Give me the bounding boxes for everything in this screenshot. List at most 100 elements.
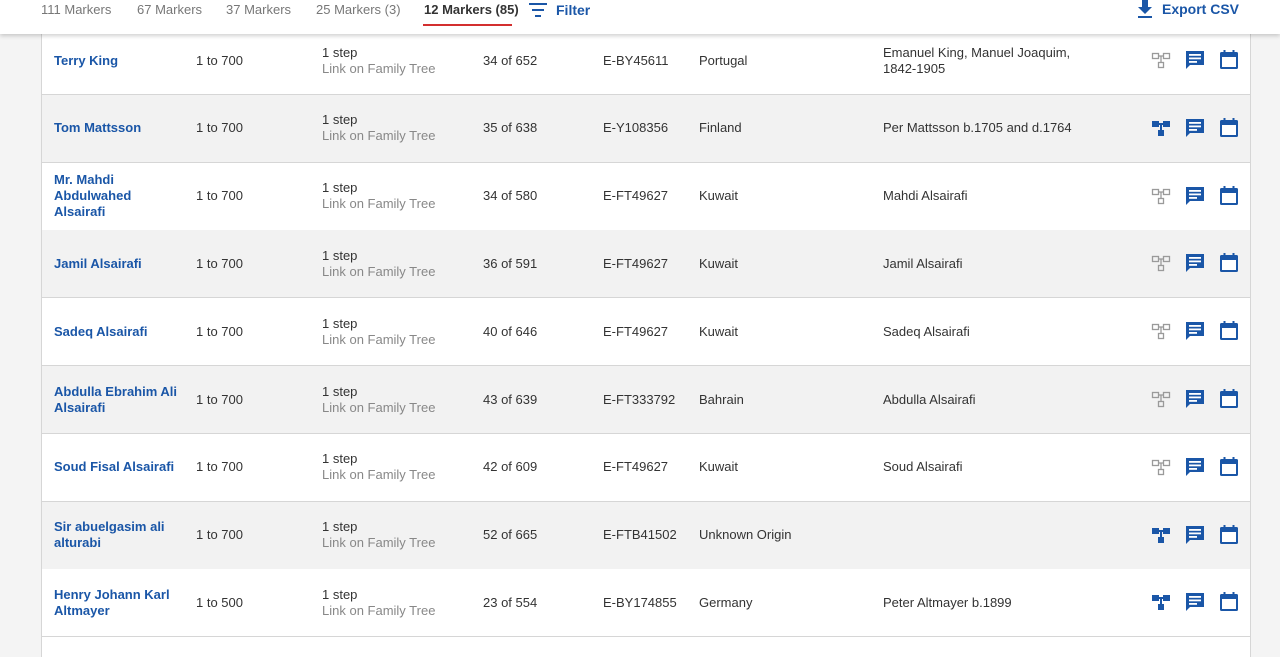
family-tree-link[interactable]: Link on Family Tree [322, 535, 435, 551]
family-tree-icon[interactable] [1150, 320, 1172, 342]
steps-value: 1 step [322, 112, 358, 128]
notes-icon[interactable] [1184, 252, 1206, 274]
table-row: Jamil Alsairafi 1 to 700 1 step Link on Fam… [42, 230, 1250, 299]
match-name-link[interactable]: Mr. Mahdi Abdulwahed Alsairafi [54, 163, 182, 230]
calendar-icon[interactable] [1218, 49, 1240, 71]
genetic-distance: 1 to 700 [196, 459, 243, 475]
export-csv-button[interactable]: Export CSV [1137, 0, 1239, 18]
earliest-ancestor: Mahdi Alsairafi [883, 188, 968, 204]
family-tree-icon[interactable] [1150, 185, 1172, 207]
earliest-ancestor: Peter Altmayer b.1899 [883, 594, 1012, 610]
match-name-link[interactable]: Henry Johann Karl Altmayer [54, 569, 182, 636]
family-tree-icon[interactable] [1150, 456, 1172, 478]
family-tree-icon[interactable] [1150, 388, 1172, 410]
calendar-icon[interactable] [1218, 320, 1240, 342]
calendar-icon[interactable] [1218, 524, 1240, 546]
notes-icon[interactable] [1184, 185, 1206, 207]
notes-icon[interactable] [1184, 591, 1206, 613]
haplogroup: E-FT49627 [603, 323, 669, 339]
tab-25-markers[interactable]: 25 Markers (3) [316, 2, 401, 24]
genetic-distance: 1 to 700 [196, 255, 243, 271]
markers-tested: 34 of 652 [483, 52, 538, 68]
genetic-distance: 1 to 700 [196, 391, 243, 407]
markers-tested: 36 of 591 [483, 255, 538, 271]
family-tree-link[interactable]: Link on Family Tree [322, 61, 435, 77]
family-tree-icon[interactable] [1150, 252, 1172, 274]
earliest-ancestor: Abdulla Alsairafi [883, 391, 976, 407]
notes-icon[interactable] [1184, 320, 1206, 342]
tab-67-markers[interactable]: 67 Markers [137, 2, 202, 24]
genetic-distance: 1 to 700 [196, 527, 243, 543]
row-actions [1150, 95, 1246, 162]
table-row: Mr. Mahdi Abdulwahed Alsairafi 1 to 700 1 … [42, 162, 1250, 231]
steps-value: 1 step [322, 519, 358, 535]
match-name-link[interactable]: Sadeq Alsairafi [54, 298, 182, 365]
family-tree-link[interactable]: Link on Family Tree [322, 467, 435, 483]
family-tree-icon[interactable] [1150, 591, 1172, 613]
row-actions [1150, 502, 1246, 569]
match-name-link[interactable]: Sir abuelgasim ali alturabi [54, 502, 182, 569]
tab-111-markers[interactable]: 111 Markers [41, 2, 111, 24]
match-name-link[interactable]: Tom Mattsson [54, 95, 182, 162]
tab-37-markers[interactable]: 37 Markers [226, 2, 291, 24]
family-tree-link[interactable]: Link on Family Tree [322, 332, 435, 348]
table-row: Tom Mattsson 1 to 700 1 step Link on Family… [42, 94, 1250, 163]
family-tree-link[interactable]: Link on Family Tree [322, 603, 435, 619]
calendar-icon[interactable] [1218, 117, 1240, 139]
steps-cell: 1 step Link on Family Tree [322, 569, 472, 636]
earliest-ancestor: Soud Alsairafi [883, 459, 963, 475]
haplogroup: E-FT49627 [603, 255, 669, 271]
family-tree-link[interactable]: Link on Family Tree [322, 128, 435, 144]
steps-value: 1 step [322, 247, 358, 263]
genetic-distance: 1 to 700 [196, 120, 243, 136]
earliest-ancestor: Jamil Alsairafi [883, 255, 963, 271]
steps-cell: 1 step Link on Family Tree [322, 298, 472, 365]
haplogroup: E-BY45611 [603, 52, 669, 68]
table-row: Soud Fisal Alsairafi 1 to 700 1 step Link o… [42, 433, 1250, 502]
match-name-link[interactable]: Terry King [54, 27, 182, 94]
filter-button[interactable]: Filter [529, 2, 590, 18]
steps-cell: 1 step Link on Family Tree [322, 502, 472, 569]
calendar-icon[interactable] [1218, 591, 1240, 613]
family-tree-link[interactable]: Link on Family Tree [322, 196, 435, 212]
table-row: Terry King 1 to 700 1 step Link on Family T… [42, 27, 1250, 95]
download-icon [1138, 0, 1152, 18]
family-tree-icon[interactable] [1150, 524, 1172, 546]
family-tree-link[interactable]: Link on Family Tree [322, 264, 435, 280]
steps-value: 1 step [322, 451, 358, 467]
tab-12-markers[interactable]: 12 Markers (85) [424, 2, 519, 24]
family-tree-icon[interactable] [1150, 49, 1172, 71]
match-name-link[interactable]: Jamil Alsairafi [54, 230, 182, 297]
haplogroup: E-FT333792 [603, 391, 676, 407]
steps-cell: 1 step Link on Family Tree [322, 163, 472, 230]
notes-icon[interactable] [1184, 49, 1206, 71]
match-name-link[interactable]: Soud Fisal Alsairafi [54, 434, 182, 501]
row-actions [1150, 366, 1246, 433]
matches-table: Terry King 1 to 700 1 step Link on Family T… [41, 27, 1251, 657]
row-actions [1150, 434, 1246, 501]
filter-label: Filter [556, 2, 591, 18]
row-actions [1150, 163, 1246, 230]
calendar-icon[interactable] [1218, 185, 1240, 207]
notes-icon[interactable] [1184, 456, 1206, 478]
family-tree-link[interactable]: Link on Family Tree [322, 400, 435, 416]
haplogroup: E-FT49627 [603, 188, 669, 204]
country: Germany [699, 594, 753, 610]
country: Kuwait [699, 323, 739, 339]
genetic-distance: 1 to 500 [196, 594, 243, 610]
calendar-icon[interactable] [1218, 252, 1240, 274]
calendar-icon[interactable] [1218, 456, 1240, 478]
notes-icon[interactable] [1184, 117, 1206, 139]
earliest-ancestor: Emanuel King, Manuel Joaquim, 1842-1905 [883, 44, 1071, 76]
family-tree-icon[interactable] [1150, 117, 1172, 139]
haplogroup: E-BY174855 [603, 594, 677, 610]
notes-icon[interactable] [1184, 388, 1206, 410]
calendar-icon[interactable] [1218, 388, 1240, 410]
steps-cell: 1 step Link on Family Tree [322, 434, 472, 501]
earliest-ancestor: Sadeq Alsairafi [883, 323, 970, 339]
notes-icon[interactable] [1184, 524, 1206, 546]
markers-tested: 40 of 646 [483, 323, 538, 339]
match-name-link[interactable]: Abdulla Ebrahim Ali Alsairafi [54, 366, 182, 433]
steps-cell: 1 step Link on Family Tree [322, 27, 472, 94]
markers-tested: 34 of 580 [483, 188, 538, 204]
